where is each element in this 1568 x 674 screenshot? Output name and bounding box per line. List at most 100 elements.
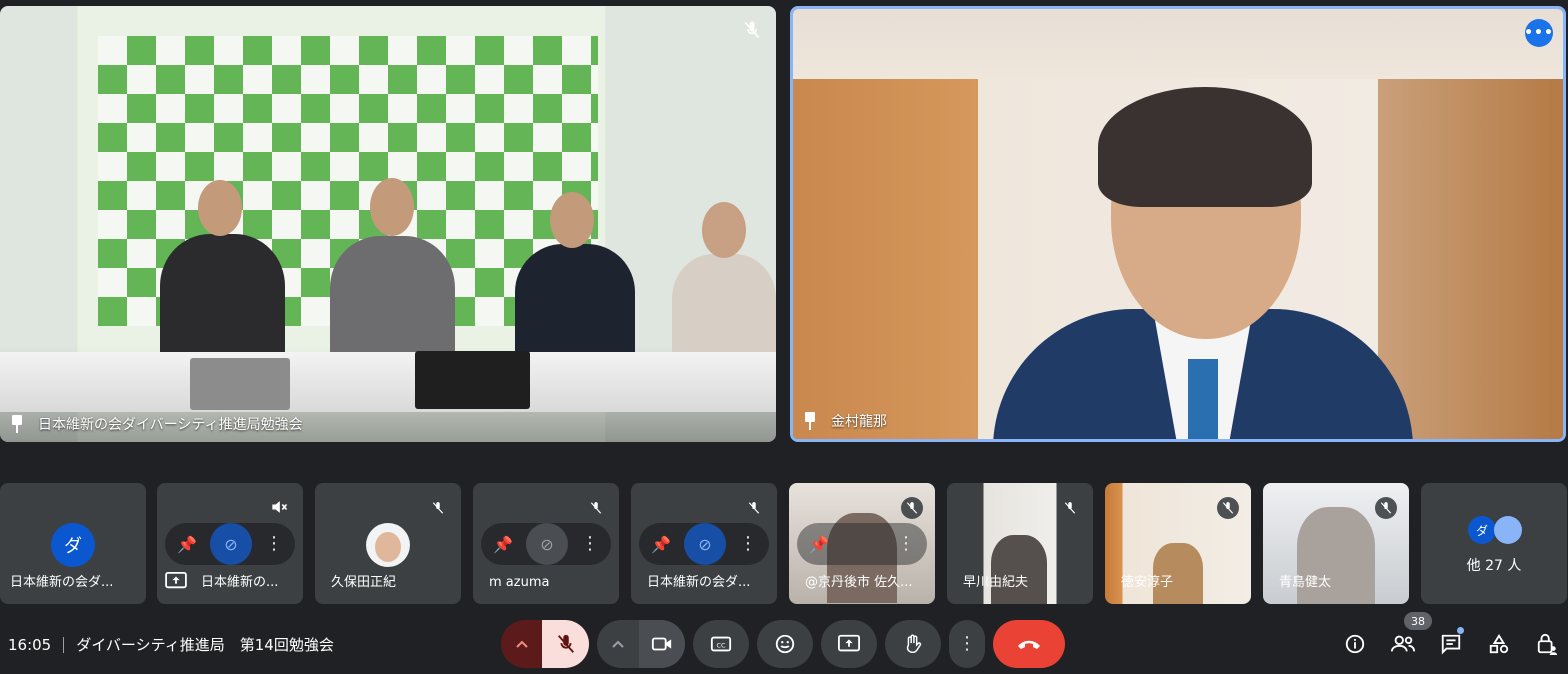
emoji-icon	[775, 634, 795, 654]
video-feed-room	[0, 6, 776, 442]
more-options-button[interactable]: ⋮	[949, 620, 985, 668]
volume-off-icon	[272, 501, 288, 513]
present-button[interactable]	[821, 620, 877, 668]
laptop-1	[190, 358, 290, 410]
participant-name: 日本維新の会ダイバーシティ推進局勉強会	[38, 417, 303, 433]
tile-hover-controls: 📌 ⋮	[797, 523, 927, 565]
avatar-placeholder-icon	[1494, 516, 1522, 544]
pin-icon[interactable]	[10, 415, 24, 433]
more-vert-icon[interactable]: ⋮	[897, 535, 915, 553]
mic-off-icon	[1217, 497, 1239, 519]
more-vert-icon[interactable]: ⋮	[265, 535, 283, 553]
mic-off-icon	[557, 634, 574, 653]
mic-off-icon	[744, 21, 760, 39]
person-1	[160, 234, 285, 364]
meeting-title: ダイバーシティ推進局 第14回勉強会	[76, 636, 334, 654]
people-button[interactable]	[1388, 630, 1418, 658]
person-3-head	[550, 192, 594, 248]
hand-icon	[906, 634, 922, 653]
more-vert-icon: ⋮	[958, 633, 976, 654]
participant-name: 日本維新の会ダ...	[647, 575, 751, 590]
raise-hand-button[interactable]	[885, 620, 941, 668]
meeting-details-button[interactable]	[1340, 630, 1370, 658]
avatar-photo	[366, 523, 410, 567]
more-vert-icon[interactable]: ⋮	[739, 535, 757, 553]
speaker-hair	[1098, 87, 1312, 207]
pin-icon[interactable]: 📌	[493, 535, 513, 554]
participant-name: 日本維新の...	[201, 575, 279, 590]
people-icon	[1390, 635, 1416, 652]
present-to-all-icon	[838, 634, 860, 652]
camera-button[interactable]	[639, 620, 685, 668]
participant-tile[interactable]: 徳安淳子	[1105, 483, 1251, 604]
others-count: 他 27 人	[1466, 558, 1522, 574]
participant-name: @京丹後市 佐久...	[805, 575, 913, 590]
activities-button[interactable]	[1484, 630, 1514, 658]
participant-name: 金村龍那	[831, 414, 887, 430]
person-3	[515, 244, 635, 364]
video-tile-speaker[interactable]: ••• 金村龍那	[790, 6, 1566, 442]
divider	[63, 636, 65, 653]
avatar: ダ	[51, 523, 95, 567]
videocam-icon	[651, 637, 672, 651]
reactions-button[interactable]	[757, 620, 813, 668]
person-4	[672, 254, 776, 366]
pin-icon[interactable]: 📌	[177, 535, 197, 554]
host-controls-button[interactable]	[1532, 630, 1562, 658]
svg-text:CC: CC	[717, 642, 726, 650]
pin-icon[interactable]	[803, 412, 817, 430]
chat-button[interactable]	[1436, 630, 1466, 658]
meeting-info: 16:05 ダイバーシティ推進局 第14回勉強会	[8, 634, 334, 655]
others-tile[interactable]: ダ 他 27 人	[1421, 483, 1567, 604]
pin-icon[interactable]: 📌	[651, 535, 671, 554]
person-1-head	[198, 180, 242, 236]
video-options-chevron-icon[interactable]	[597, 640, 639, 648]
participant-tile[interactable]: 📌 ⊘ ⋮ m azuma	[473, 483, 619, 604]
participants-count-badge: 38	[1404, 612, 1432, 630]
leave-call-button[interactable]	[993, 620, 1065, 668]
laptop-2	[415, 351, 530, 409]
speaker-tie	[1188, 359, 1218, 439]
participant-name: 日本維新の会ダ...	[10, 575, 114, 590]
mic-off-icon	[901, 497, 923, 519]
participant-tile[interactable]: 青島健太	[1263, 483, 1409, 604]
call-end-icon	[1018, 640, 1040, 649]
captions-button[interactable]: CC	[693, 620, 749, 668]
video-feed-speaker	[793, 9, 1563, 439]
video-tile-room[interactable]: 日本維新の会ダイバーシティ推進局勉強会	[0, 6, 776, 442]
participant-name: m azuma	[489, 575, 550, 590]
more-vert-icon[interactable]: ⋮	[581, 535, 599, 553]
camera-off-icon: ⊘	[209, 523, 252, 565]
chat-notification-dot	[1457, 627, 1464, 634]
audio-options-chevron-icon[interactable]	[501, 620, 542, 668]
person-2	[330, 236, 455, 366]
activities-icon	[1489, 634, 1509, 654]
participant-tile[interactable]: 久保田正紀	[315, 483, 461, 604]
avatar: ダ	[1468, 516, 1496, 544]
participant-tile[interactable]: 📌 ⊘ ⋮ 日本維新の...	[157, 483, 303, 604]
mic-off-button[interactable]	[542, 620, 589, 668]
participant-name: 久保田正紀	[331, 575, 397, 590]
participant-tile[interactable]: 📌 ⋮ @京丹後市 佐久...	[789, 483, 935, 604]
mic-off-icon	[427, 497, 449, 519]
camera-control-group	[597, 620, 685, 668]
camera-off-icon: ⊘	[525, 523, 568, 565]
camera-icon	[842, 523, 884, 565]
participant-tile[interactable]: ダ 日本維新の会ダ...	[0, 483, 146, 604]
chat-icon	[1441, 634, 1461, 655]
wall	[793, 9, 1563, 79]
participant-name: 青島健太	[1279, 575, 1332, 590]
camera-off-icon: ⊘	[683, 523, 726, 565]
closed-captions-icon: CC	[710, 636, 732, 652]
participant-tile[interactable]: 早川由紀夫	[947, 483, 1093, 604]
lock-person-icon	[1537, 633, 1558, 655]
mic-off-icon	[1375, 497, 1397, 519]
present-icon	[165, 571, 187, 588]
participant-name: 徳安淳子	[1121, 575, 1174, 590]
pin-icon[interactable]: 📌	[809, 535, 829, 554]
more-options-icon[interactable]: •••	[1524, 19, 1553, 47]
tile-hover-controls: 📌 ⊘ ⋮	[481, 523, 611, 565]
participant-tile[interactable]: 📌 ⊘ ⋮ 日本維新の会ダ...	[631, 483, 777, 604]
person-2-head	[370, 178, 414, 236]
tile-hover-controls: 📌 ⊘ ⋮	[165, 523, 295, 565]
